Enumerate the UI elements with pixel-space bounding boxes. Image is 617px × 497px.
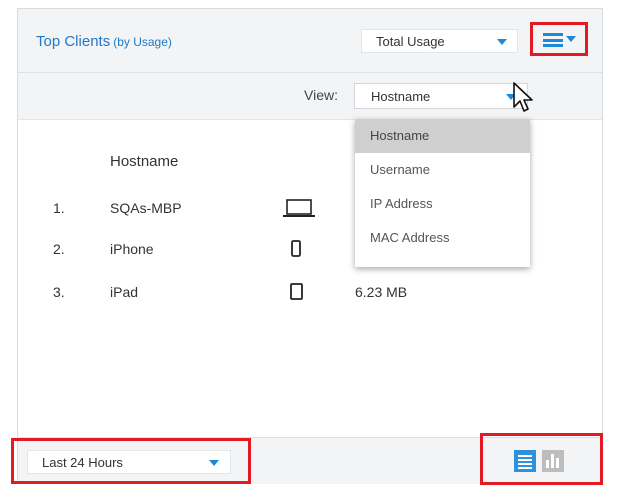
top-clients-widget: Top Clients (by Usage) Total Usage View: … [11,8,603,485]
phone-icon [280,237,320,261]
view-option-ip-address[interactable]: IP Address [355,187,530,221]
widget-title-main: Top Clients [36,33,111,50]
widget-footer: Last 24 Hours [11,433,603,485]
metric-select-value: Total Usage [376,34,445,49]
mouse-cursor-icon [513,82,533,112]
view-dropdown-menu: Hostname Username IP Address MAC Address [355,119,530,267]
row-rank: 3. [53,284,65,300]
widget-title-sub: (by Usage) [113,35,172,49]
dropdown-arrow-icon [209,460,219,466]
row-hostname: iPhone [110,241,154,257]
time-range-value: Last 24 Hours [42,455,123,470]
row-rank: 1. [53,200,65,216]
widget-title: Top Clients (by Usage) [36,33,172,50]
widget-menu-button[interactable] [530,22,588,56]
row-usage: 6.23 MB [355,284,408,300]
time-range-highlight: Last 24 Hours [11,438,251,484]
hamburger-menu-icon [543,33,563,47]
row-hostname: SQAs-MBP [110,200,182,216]
chevron-down-icon [566,36,576,42]
row-rank: 2. [53,241,65,257]
table-view-button[interactable] [514,450,536,472]
view-option-hostname[interactable]: Hostname [355,119,530,153]
view-label: View: [304,87,338,103]
dropdown-arrow-icon [497,39,507,45]
table-row[interactable]: 3. iPad 6.23 MB [18,280,602,304]
time-range-select[interactable]: Last 24 Hours [27,450,231,474]
view-toggle-highlight [480,433,603,485]
laptop-icon [280,196,320,220]
view-select[interactable]: Hostname [354,83,528,109]
row-hostname: iPad [110,284,139,300]
view-option-username[interactable]: Username [355,153,530,187]
view-select-value: Hostname [371,89,431,104]
tablet-icon [280,280,320,304]
chart-view-button[interactable] [542,450,564,472]
metric-select[interactable]: Total Usage [361,29,518,53]
view-option-mac-address[interactable]: MAC Address [355,221,530,255]
widget-header: Top Clients (by Usage) Total Usage [18,9,602,73]
column-header-hostname: Hostname [110,153,179,170]
